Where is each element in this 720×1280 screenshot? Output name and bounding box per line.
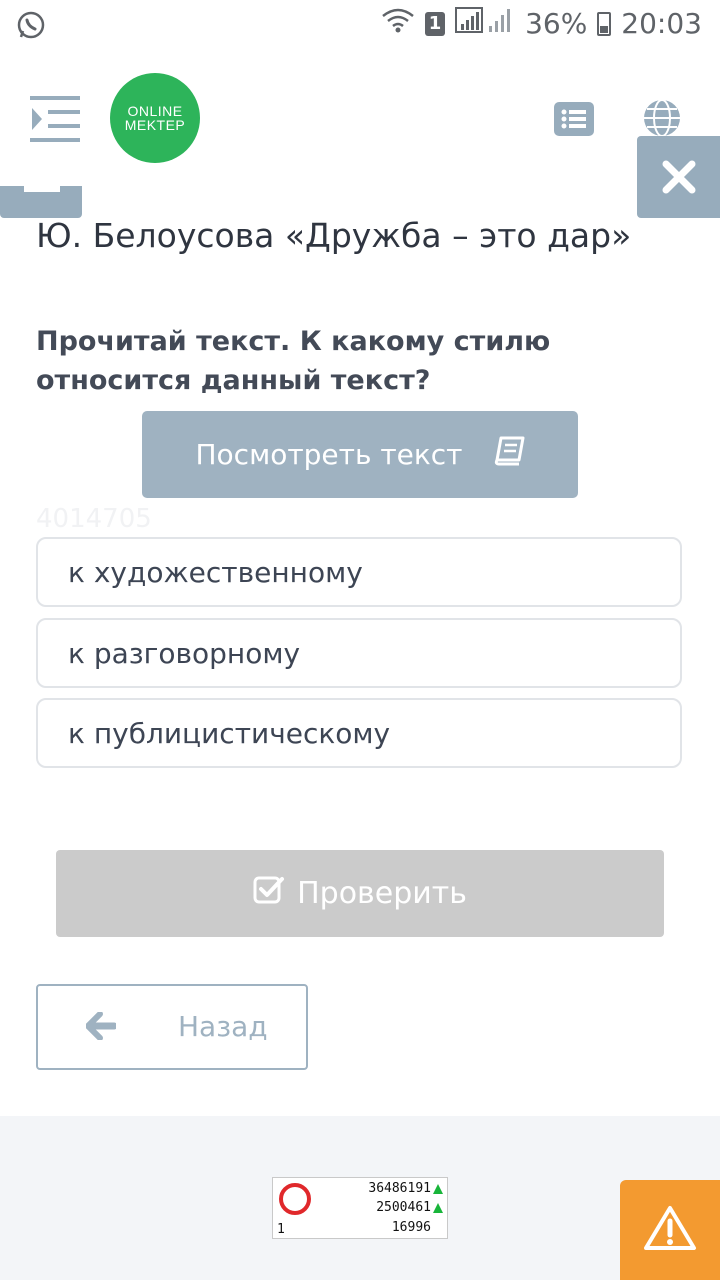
question-text: Прочитай текст. К какому стилю относится…: [36, 326, 551, 396]
logo-text-line1: ONLINE: [127, 103, 183, 119]
answer-option[interactable]: к художественному: [36, 537, 682, 607]
close-icon[interactable]: [637, 136, 720, 218]
watermark-id: 4014705: [36, 504, 152, 534]
sim-badge: 1: [425, 11, 446, 36]
signal-icon: [455, 6, 515, 41]
logo-text-line2: MEKTEP: [124, 117, 186, 133]
counter-value: 16996: [391, 1220, 431, 1235]
status-bar: 1 36% 20:03: [0, 0, 720, 52]
app-header: ONLINE MEKTEP: [0, 52, 720, 202]
arrow-left-icon: [85, 1011, 118, 1047]
answer-option-label: к публицистическому: [68, 716, 391, 750]
menu-icon[interactable]: [30, 94, 82, 144]
counter-corner: 1: [277, 1222, 285, 1237]
list-icon[interactable]: [554, 102, 594, 136]
globe-icon[interactable]: [642, 98, 682, 138]
warning-icon: [643, 1204, 697, 1256]
counter-logo-icon: [279, 1183, 311, 1215]
view-text-button[interactable]: Посмотреть текст: [142, 411, 578, 498]
whatsapp-icon: [16, 10, 46, 47]
answer-option-label: к художественному: [68, 555, 363, 589]
view-text-label: Посмотреть текст: [195, 438, 463, 471]
counter-value: 2500461: [376, 1200, 431, 1215]
check-button-label: Проверить: [297, 876, 467, 911]
back-button-label: Назад: [178, 1010, 268, 1043]
report-warning-button[interactable]: [620, 1180, 720, 1280]
clock: 20:03: [621, 7, 702, 40]
up-arrow-icon: [433, 1203, 443, 1213]
check-square-icon: [253, 875, 285, 913]
answer-option-label: к разговорному: [68, 636, 301, 670]
lesson-title: Ю. Белоусова «Дружба – это дар»: [36, 216, 632, 255]
answer-option[interactable]: к разговорному: [36, 618, 682, 688]
visit-counter[interactable]: 1 36486191 2500461 16996: [272, 1177, 448, 1239]
book-icon: [493, 436, 525, 473]
wifi-icon: [381, 7, 415, 40]
up-arrow-icon: [433, 1184, 443, 1194]
check-button[interactable]: Проверить: [56, 850, 664, 937]
counter-value: 36486191: [368, 1181, 431, 1196]
side-tab[interactable]: [0, 186, 82, 218]
online-mektep-logo[interactable]: ONLINE MEKTEP: [110, 73, 200, 163]
battery-percent: 36%: [525, 7, 588, 40]
battery-icon: [597, 11, 612, 36]
back-button[interactable]: Назад: [36, 984, 308, 1070]
answer-option[interactable]: к публицистическому: [36, 698, 682, 768]
